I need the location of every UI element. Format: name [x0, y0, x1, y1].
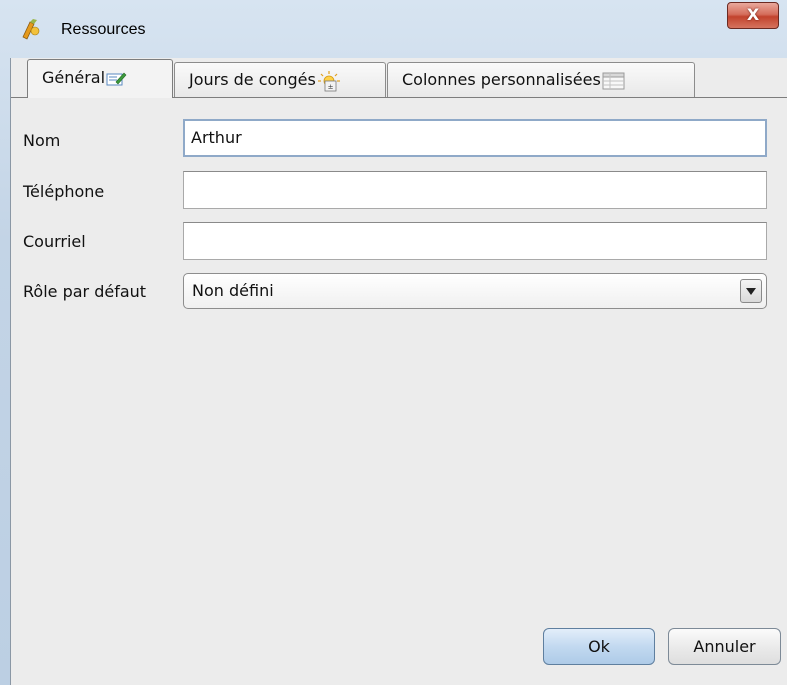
tab-holidays[interactable]: Jours de congés ±: [174, 62, 386, 98]
tab-custom-columns-label: Colonnes personnalisées: [402, 70, 601, 89]
window-title: Ressources: [61, 21, 146, 38]
tab-custom-columns[interactable]: Colonnes personnalisées: [387, 62, 695, 98]
close-button[interactable]: X: [727, 2, 779, 29]
general-panel: Nom Arthur Téléphone Courriel Rôle par d…: [11, 98, 787, 685]
ok-button[interactable]: Ok: [543, 628, 655, 665]
email-label: Courriel: [23, 232, 86, 251]
tab-holidays-label: Jours de congés: [189, 70, 316, 89]
tab-general-label: Général: [42, 68, 106, 87]
title-bar[interactable]: Ressources X: [0, 0, 787, 58]
cancel-button[interactable]: Annuler: [668, 628, 781, 665]
default-role-value: Non défini: [192, 281, 274, 300]
chevron-down-icon[interactable]: [740, 279, 762, 303]
edit-icon: [106, 72, 127, 85]
holiday-sun-icon: ±: [317, 70, 340, 91]
default-role-label: Rôle par défaut: [23, 282, 147, 301]
name-label: Nom: [23, 131, 61, 150]
resources-dialog: Ressources X Général Jours de congés ± C…: [0, 0, 787, 685]
tab-strip: Général Jours de congés ± Colonnes perso…: [11, 58, 787, 98]
app-icon: [22, 19, 40, 40]
phone-field[interactable]: [183, 171, 767, 209]
tab-general[interactable]: Général: [27, 59, 173, 98]
name-field[interactable]: Arthur: [183, 119, 767, 157]
svg-text:±: ±: [327, 83, 333, 91]
dialog-content: Général Jours de congés ± Colonnes perso…: [10, 58, 787, 685]
phone-label: Téléphone: [23, 182, 105, 201]
table-columns-icon: [602, 72, 625, 89]
email-field[interactable]: [183, 222, 767, 260]
default-role-select[interactable]: Non défini: [183, 273, 767, 309]
